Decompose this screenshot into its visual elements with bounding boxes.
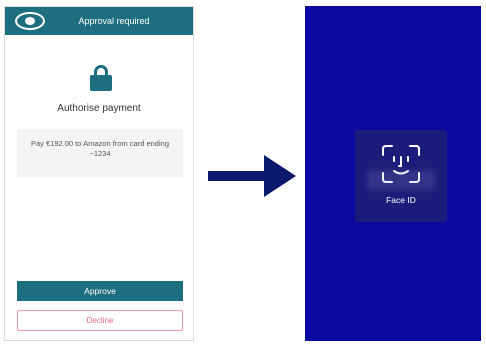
phone-screen: Approval required Authorise payment Pay … [4, 6, 194, 341]
header-title: Approval required [78, 16, 150, 26]
arrow-right-icon [208, 155, 296, 197]
payment-details: Pay €192.00 to Amazon from card ending ~… [17, 129, 183, 177]
face-id-prompt: Face ID [355, 130, 447, 222]
payment-description: Pay €192.00 to Amazon from card ending [30, 139, 169, 148]
blurred-text [367, 170, 435, 190]
decline-button[interactable]: Decline [17, 310, 183, 331]
face-id-screen: Face ID [305, 6, 481, 341]
face-id-label: Face ID [386, 195, 416, 205]
bank-logo-icon [15, 12, 45, 30]
approve-button[interactable]: Approve [17, 281, 183, 301]
auth-title: Authorise payment [57, 103, 141, 114]
app-header: Approval required [5, 7, 193, 35]
payment-card-ending: ~1234 [89, 149, 111, 158]
lock-icon [90, 65, 112, 91]
